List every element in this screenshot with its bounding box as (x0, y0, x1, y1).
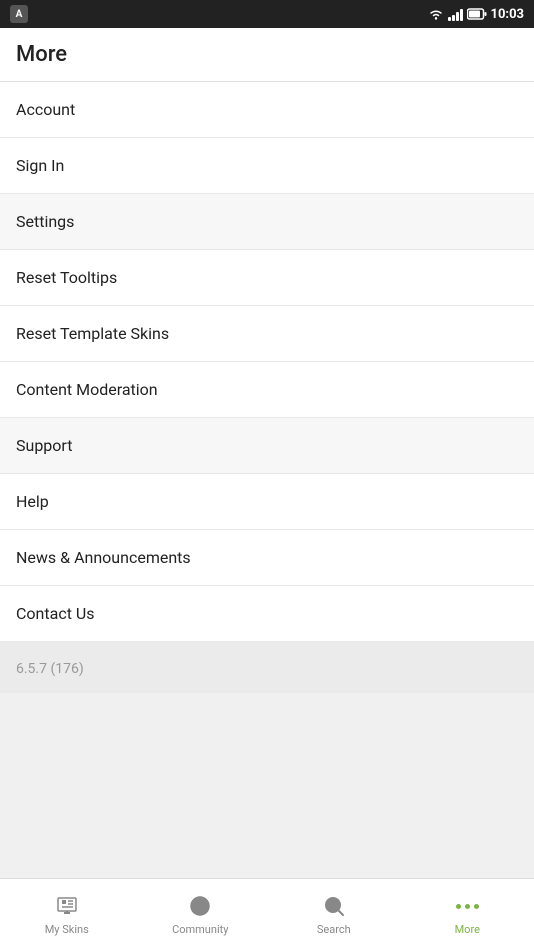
nav-item-search[interactable]: Search (267, 885, 401, 944)
search-icon (321, 893, 347, 919)
page-header: More (0, 28, 534, 82)
nav-label-community: Community (172, 923, 228, 936)
menu-item-account[interactable]: Account (0, 82, 534, 138)
menu-item-contact-us[interactable]: Contact Us (0, 586, 534, 642)
version-area: 6.5.7 (176) (0, 642, 534, 693)
nav-label-search: Search (317, 923, 351, 936)
menu-item-news-announcements[interactable]: News & Announcements (0, 530, 534, 586)
a-icon: A (10, 5, 28, 23)
nav-item-more[interactable]: More (401, 885, 534, 944)
bottom-nav: My Skins Community Search (0, 878, 534, 950)
status-time: 10:03 (491, 7, 525, 22)
menu-item-reset-template-skins[interactable]: Reset Template Skins (0, 306, 534, 362)
menu-item-content-moderation[interactable]: Content Moderation (0, 362, 534, 418)
nav-label-more: More (455, 923, 480, 936)
nav-item-community[interactable]: Community (134, 885, 268, 944)
page-title: More (16, 42, 518, 67)
signal-icon (448, 7, 463, 21)
menu-item-sign-in[interactable]: Sign In (0, 138, 534, 194)
more-icon (454, 893, 480, 919)
battery-icon (467, 8, 487, 20)
version-text: 6.5.7 (176) (16, 661, 84, 677)
menu-item-support[interactable]: Support (0, 418, 534, 474)
menu-item-reset-tooltips[interactable]: Reset Tooltips (0, 250, 534, 306)
menu-list: Account Sign In Settings Reset Tooltips … (0, 82, 534, 642)
menu-item-settings[interactable]: Settings (0, 194, 534, 250)
nav-label-my-skins: My Skins (45, 923, 89, 936)
nav-item-my-skins[interactable]: My Skins (0, 885, 134, 944)
my-skins-icon (54, 893, 80, 919)
community-icon (187, 893, 213, 919)
content-area: More Account Sign In Settings Reset Tool… (0, 28, 534, 878)
status-bar: A 10:03 (0, 0, 534, 28)
menu-item-help[interactable]: Help (0, 474, 534, 530)
status-bar-left: A (10, 5, 28, 23)
wifi-icon (428, 7, 444, 21)
status-bar-right: 10:03 (428, 7, 525, 22)
